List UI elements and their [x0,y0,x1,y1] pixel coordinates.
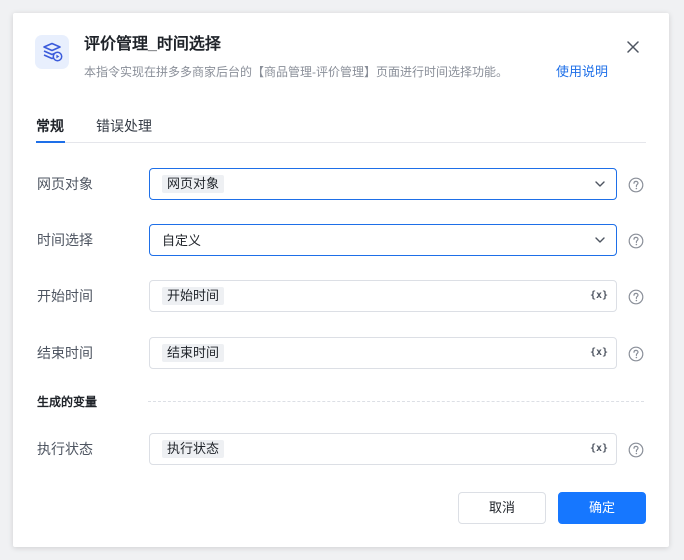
generated-variables-heading: 生成的变量 [37,395,98,409]
help-link[interactable]: 使用说明 [556,63,608,81]
close-button[interactable] [623,37,643,57]
section-divider [148,401,644,402]
start-time-chip: 开始时间 [162,287,225,305]
time-select-value: 自定义 [162,233,202,248]
help-question-icon[interactable] [628,289,644,305]
end-time-label: 结束时间 [37,345,93,361]
cancel-button[interactable]: 取消 [458,492,546,524]
start-time-label: 开始时间 [37,288,93,304]
help-question-icon[interactable] [628,233,644,249]
variable-icon[interactable]: {x} [590,442,608,456]
exec-status-input[interactable]: 执行状态 {x} [149,433,617,465]
exec-status-label: 执行状态 [37,441,93,457]
help-question-icon[interactable] [628,177,644,193]
close-icon [627,41,639,53]
time-select-label: 时间选择 [37,232,93,248]
variable-icon[interactable]: {x} [590,289,608,303]
active-tab-indicator [36,141,65,143]
layers-play-icon [35,35,69,69]
web-object-select[interactable]: 网页对象 [149,168,617,200]
help-question-icon[interactable] [628,442,644,458]
chevron-down-icon [595,237,605,243]
tab-error-handling[interactable]: 错误处理 [96,117,152,135]
exec-status-chip: 执行状态 [162,440,225,458]
web-object-label: 网页对象 [37,176,93,192]
dialog-title: 评价管理_时间选择 [84,36,221,53]
time-select-dialog: 评价管理_时间选择 本指令实现在拼多多商家后台的【商品管理-评价管理】页面进行时… [13,13,669,547]
help-question-icon[interactable] [628,346,644,362]
web-object-chip: 网页对象 [162,175,225,193]
start-time-input[interactable]: 开始时间 {x} [149,280,617,312]
tab-general[interactable]: 常规 [36,117,64,135]
end-time-input[interactable]: 结束时间 {x} [149,337,617,369]
variable-icon[interactable]: {x} [590,346,608,360]
confirm-button[interactable]: 确定 [558,492,646,524]
time-select-dropdown[interactable]: 自定义 [149,224,617,256]
end-time-chip: 结束时间 [162,344,225,362]
tab-bar: 常规 错误处理 [36,117,646,143]
chevron-down-icon [595,181,605,187]
dialog-description: 本指令实现在拼多多商家后台的【商品管理-评价管理】页面进行时间选择功能。 [84,65,508,79]
